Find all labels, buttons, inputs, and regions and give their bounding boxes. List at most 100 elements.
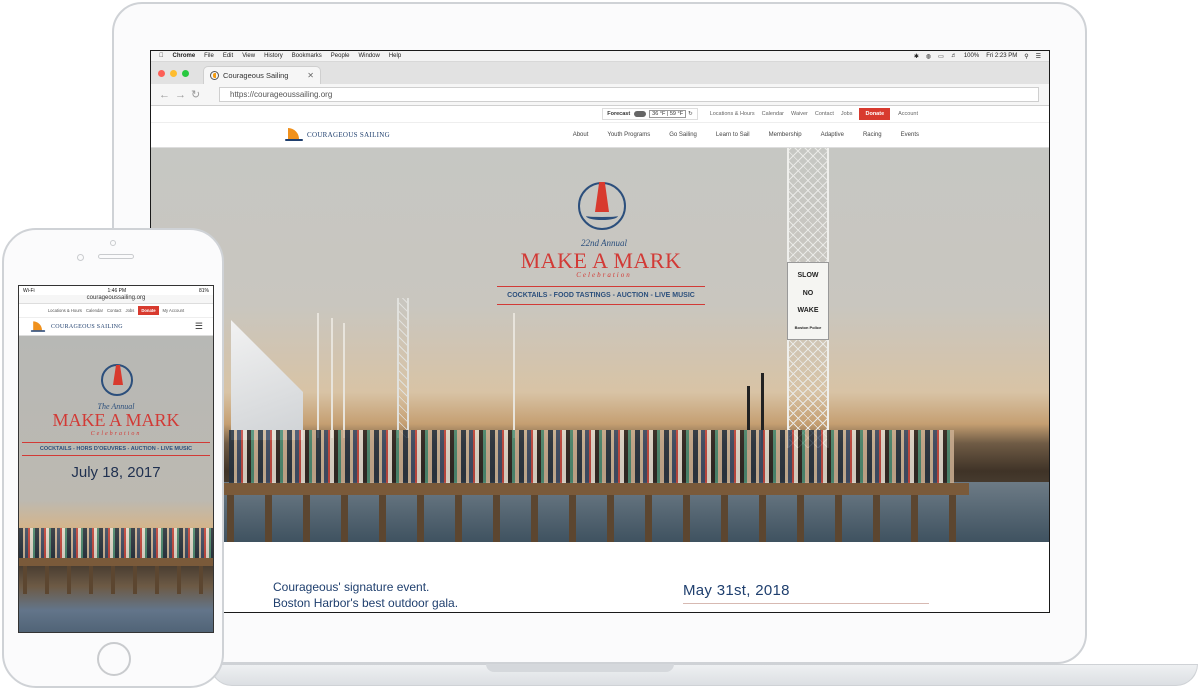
menu-view[interactable]: View [242,53,255,59]
laptop-base [210,664,1198,686]
menu-bookmarks[interactable]: Bookmarks [292,53,322,59]
nav-racing[interactable]: Racing [863,132,882,138]
front-camera-icon [110,240,116,246]
menu-edit[interactable]: Edit [223,53,233,59]
spotlight-icon[interactable]: ⚲ [1024,53,1028,60]
site-logo[interactable]: COURAGEOUS SAILING [285,128,390,142]
volume-icon[interactable]: ♬ [951,53,957,59]
phone-event-date: July 18, 2017 [71,464,161,481]
close-tab-icon[interactable]: ✕ [307,71,314,80]
forecast-temp: 36 °F | 59 °F [649,110,687,118]
divider [683,603,929,604]
close-window-button[interactable] [158,70,165,77]
hamburger-menu-icon[interactable]: ☰ [195,321,203,332]
intro-section: Courageous' signature event. Boston Harb… [151,542,1049,610]
crowd [229,430,954,490]
menubar-status: ✱ ◍ ▭ ♬ 100% Fri 2:23 PM ⚲ ☰ [907,53,1041,60]
forward-icon[interactable]: → [175,89,186,101]
hero-image: SLOW NO WAKE Boston Police 22nd Annual M… [151,148,1049,542]
carrier: Wi-Fi [23,287,35,294]
speaker-grille [98,254,134,259]
laptop-notch [486,664,674,672]
sign-line: WAKE [797,307,819,315]
nav-youth-programs[interactable]: Youth Programs [607,132,650,138]
phone-util-jobs[interactable]: Jobs [125,308,134,313]
wave-icon [586,212,618,220]
phone-time: 1:46 PM [107,287,127,294]
clock[interactable]: Fri 2:23 PM [986,53,1017,59]
menu-window[interactable]: Window [358,53,379,59]
utility-bar: Forecast 36 °F | 59 °F ↻ Locations & Hou… [151,106,1049,123]
phone-screen: Wi-Fi 1:46 PM 81% courageoussailing.org … [18,285,214,633]
battery-percent[interactable]: 100% [964,53,979,59]
zoom-window-button[interactable] [182,70,189,77]
phone-util-calendar[interactable]: Calendar [86,308,103,313]
nav-learn-to-sail[interactable]: Learn to Sail [716,132,750,138]
util-link-contact[interactable]: Contact [815,111,834,117]
pier-deck [19,558,213,566]
back-icon[interactable]: ← [159,89,170,101]
nav-membership[interactable]: Membership [769,132,802,138]
intro-line-2: Boston Harbor's best outdoor gala. [273,596,459,610]
phone-frame: Wi-Fi 1:46 PM 81% courageoussailing.org … [2,228,224,688]
sensor-icon [77,254,84,261]
phone-event-celebration: Celebration [90,431,142,437]
refresh-icon[interactable]: ↻ [688,111,693,117]
sail-logo-icon [30,320,46,332]
menu-help[interactable]: Help [389,53,401,59]
menu-file[interactable]: File [204,53,214,59]
buoy-emblem-icon [578,182,626,230]
airplay-icon[interactable]: ▭ [938,53,944,60]
event-annual: 22nd Annual [580,238,628,248]
window-controls [158,70,194,77]
menu-chrome[interactable]: Chrome [173,53,196,59]
browser-tab[interactable]: Courageous Sailing ✕ [203,66,321,84]
forecast-label: Forecast [607,111,631,117]
menu-history[interactable]: History [264,53,283,59]
notification-center-icon[interactable]: ☰ [1036,53,1041,60]
phone-utility-bar: Locations & Hours Calendar Contact Jobs … [19,304,213,318]
menu-people[interactable]: People [331,53,350,59]
crowd [19,528,213,558]
apple-icon[interactable]:  [159,53,164,59]
nav-go-sailing[interactable]: Go Sailing [669,132,697,138]
phone-donate-button[interactable]: Donate [138,306,159,315]
pier-pilings [23,566,209,594]
address-bar: ← → ↻ https://courageoussailing.org [151,84,1049,106]
account-link[interactable]: Account [898,111,918,117]
util-link-locations[interactable]: Locations & Hours [710,111,755,117]
nav-events[interactable]: Events [901,132,919,138]
wifi-icon[interactable]: ◍ [926,53,931,60]
event-celebration: Celebration [576,271,632,279]
util-link-waiver[interactable]: Waiver [791,111,808,117]
phone-account-link[interactable]: My Account [163,308,185,313]
tab-strip: Courageous Sailing ✕ [151,62,1049,84]
util-link-jobs[interactable]: Jobs [841,111,853,117]
reload-icon[interactable]: ↻ [191,88,200,101]
main-nav: COURAGEOUS SAILING About Youth Programs … [151,123,1049,148]
donate-button[interactable]: Donate [859,108,891,120]
event-tent [231,320,303,440]
sailboat-mast [513,313,515,438]
phone-logo-text: COURAGEOUS SAILING [51,323,123,330]
sail-logo-icon [285,128,303,142]
phone-event-title: MAKE A MARK [52,410,180,430]
nav-adaptive[interactable]: Adaptive [821,132,844,138]
phone-util-locations[interactable]: Locations & Hours [48,308,82,313]
mac-menubar:  Chrome File Edit View History Bookmark… [151,51,1049,62]
phone-url-bar[interactable]: courageoussailing.org [19,295,213,304]
nav-about[interactable]: About [573,132,589,138]
slow-no-wake-sign: SLOW NO WAKE Boston Police [787,262,829,340]
phone-util-contact[interactable]: Contact [107,308,121,313]
sign-line: SLOW [797,272,819,280]
phone-site-logo[interactable]: COURAGEOUS SAILING [29,320,123,334]
sailboat-mast [331,318,333,438]
url-input[interactable]: https://courageoussailing.org [219,87,1039,102]
forecast-widget[interactable]: Forecast 36 °F | 59 °F ↻ [602,108,698,120]
util-link-calendar[interactable]: Calendar [762,111,784,117]
phone-nav: COURAGEOUS SAILING ☰ [19,318,213,336]
phone-hero-image: The Annual MAKE A MARK Celebration COCKT… [19,336,213,632]
home-button[interactable] [97,642,131,676]
minimize-window-button[interactable] [170,70,177,77]
bluetooth-icon[interactable]: ✱ [914,53,919,60]
